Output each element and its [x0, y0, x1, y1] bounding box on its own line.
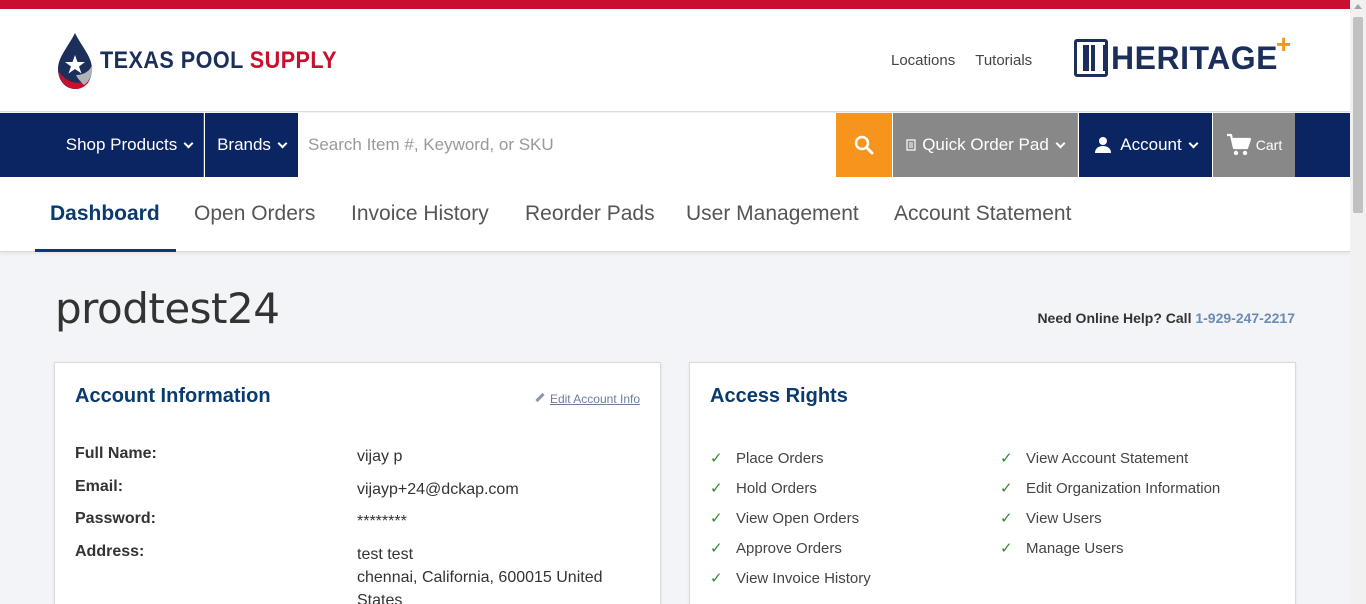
logo-word-texas-pool: TEXAS POOL: [100, 47, 244, 74]
access-rights-title: Access Rights: [710, 385, 848, 407]
header-links: Locations Tutorials: [891, 52, 1032, 69]
tab-account-statement[interactable]: Account Statement: [894, 177, 1071, 252]
access-rights-column-2: ✓ View Account Statement ✓ Edit Organizati…: [1000, 443, 1220, 563]
top-accent-bar: [0, 0, 1350, 9]
tab-invoice-history[interactable]: Invoice History: [351, 177, 489, 252]
email-value: vijayp+24@dckap.com: [357, 481, 519, 498]
account-label: Account: [1120, 135, 1182, 154]
scrollbar-thumb[interactable]: [1353, 17, 1363, 213]
checkmark-icon: ✓: [710, 570, 723, 587]
account-tabs: Dashboard Open Orders Invoice History Re…: [0, 177, 1350, 252]
logo-wordmark: TEXAS POOL SUPPLY: [100, 47, 337, 75]
tab-dashboard[interactable]: Dashboard: [35, 177, 176, 252]
chevron-down-icon: [183, 138, 194, 148]
help-text: Need Online Help? Call: [1037, 310, 1192, 326]
checkmark-icon: ✓: [710, 450, 723, 467]
quick-order-pad-menu[interactable]: Quick Order Pad: [893, 113, 1078, 177]
site-header: TEXAS POOL SUPPLY Locations Tutorials HE…: [0, 9, 1350, 112]
access-right-item: ✓ Approve Orders: [710, 533, 871, 563]
address-line-2: chennai, California, 600015 United State…: [357, 569, 603, 604]
chevron-down-icon: [1188, 138, 1199, 148]
tab-reorder-pads[interactable]: Reorder Pads: [525, 177, 655, 252]
email-label: Email:: [75, 478, 124, 495]
checkmark-icon: ✓: [710, 540, 723, 557]
chevron-down-icon: [1055, 138, 1066, 148]
scroll-up-arrow-icon[interactable]: [1354, 4, 1362, 9]
account-information-card: Account Information Edit Account Info Fu…: [54, 362, 661, 604]
address-line-1: test test: [357, 546, 414, 563]
tutorials-link[interactable]: Tutorials: [975, 52, 1032, 69]
access-rights-card: Access Rights ✓ Place Orders ✓ Hold Orders…: [689, 362, 1296, 604]
quick-order-pad-label: Quick Order Pad: [922, 135, 1049, 154]
texas-pool-supply-logo[interactable]: TEXAS POOL SUPPLY: [54, 31, 363, 91]
full-name-label: Full Name:: [75, 445, 157, 462]
access-right-label: Hold Orders: [736, 479, 817, 497]
checkmark-icon: ✓: [1000, 480, 1013, 497]
access-rights-column-1: ✓ Place Orders ✓ Hold Orders ✓ View Open Or…: [710, 443, 871, 593]
order-pad-icon: [906, 139, 916, 151]
heritage-h-icon: [1074, 39, 1108, 77]
tab-user-management[interactable]: User Management: [686, 177, 859, 252]
edit-account-info-label: Edit Account Info: [549, 392, 640, 406]
access-right-label: View Open Orders: [736, 509, 860, 527]
access-right-label: Edit Organization Information: [1026, 479, 1221, 497]
account-information-title: Account Information: [75, 385, 271, 407]
shop-products-menu[interactable]: Shop Products: [55, 113, 204, 177]
access-right-label: View Account Statement: [1026, 449, 1189, 467]
checkmark-icon: ✓: [710, 480, 723, 497]
account-menu[interactable]: Account: [1079, 113, 1212, 177]
access-right-label: Manage Users: [1026, 539, 1124, 557]
access-right-item: ✓ Manage Users: [1000, 533, 1220, 563]
brands-label: Brands: [217, 135, 271, 154]
navbar-right-fill: [1295, 113, 1350, 177]
password-label: Password:: [75, 510, 156, 527]
checkmark-icon: ✓: [1000, 510, 1013, 527]
checkmark-icon: ✓: [1000, 450, 1013, 467]
locations-link[interactable]: Locations: [891, 52, 955, 69]
heritage-wordmark: HERITAGE: [1111, 39, 1278, 76]
checkmark-icon: ✓: [1000, 540, 1013, 557]
access-right-label: View Users: [1026, 509, 1102, 527]
water-drop-icon: [54, 31, 96, 91]
access-right-label: Place Orders: [736, 449, 824, 467]
chevron-down-icon: [277, 138, 288, 148]
main-navbar: Shop Products Brands Quick Order Pad Acc…: [0, 113, 1350, 177]
navbar-left-fill: [0, 113, 55, 177]
search-button[interactable]: [836, 113, 892, 177]
heritage-logo[interactable]: HERITAGE +: [1074, 29, 1291, 77]
access-right-item: ✓ View Account Statement: [1000, 443, 1220, 473]
full-name-value: vijay p: [357, 448, 403, 465]
checkmark-icon: ✓: [710, 510, 723, 527]
access-right-item: ✓ Hold Orders: [710, 473, 871, 503]
search-input[interactable]: [298, 113, 836, 177]
shop-products-label: Shop Products: [65, 135, 178, 154]
access-right-item: ✓ Place Orders: [710, 443, 871, 473]
page-scrollbar[interactable]: [1350, 0, 1366, 604]
help-phone-link[interactable]: 1-929-247-2217: [1195, 310, 1295, 326]
logo-word-supply: SUPPLY: [249, 47, 337, 74]
heritage-plus-icon: +: [1275, 28, 1292, 59]
edit-account-info-link[interactable]: Edit Account Info: [535, 392, 640, 406]
access-right-item: ✓ View Users: [1000, 503, 1220, 533]
access-right-item: ✓ View Invoice History: [710, 563, 871, 593]
access-right-label: View Invoice History: [736, 569, 871, 587]
access-right-item: ✓ Edit Organization Information: [1000, 473, 1220, 503]
search-icon: [854, 135, 874, 155]
address-value: test test chennai, California, 600015 Un…: [357, 543, 637, 604]
user-icon: [1095, 137, 1112, 153]
tab-open-orders[interactable]: Open Orders: [194, 177, 315, 252]
pencil-icon: [535, 393, 545, 403]
access-right-label: Approve Orders: [736, 539, 842, 557]
cart-label: Cart: [1255, 137, 1283, 153]
password-value: ********: [357, 513, 407, 530]
address-label: Address:: [75, 543, 145, 560]
cart-button[interactable]: Cart: [1213, 113, 1295, 177]
help-contact: Need Online Help? Call 1-929-247-2217: [1037, 310, 1295, 326]
access-right-item: ✓ View Open Orders: [710, 503, 871, 533]
page-title: prodtest24: [55, 284, 280, 333]
brands-menu[interactable]: Brands: [205, 113, 298, 177]
cart-icon: [1226, 133, 1251, 156]
